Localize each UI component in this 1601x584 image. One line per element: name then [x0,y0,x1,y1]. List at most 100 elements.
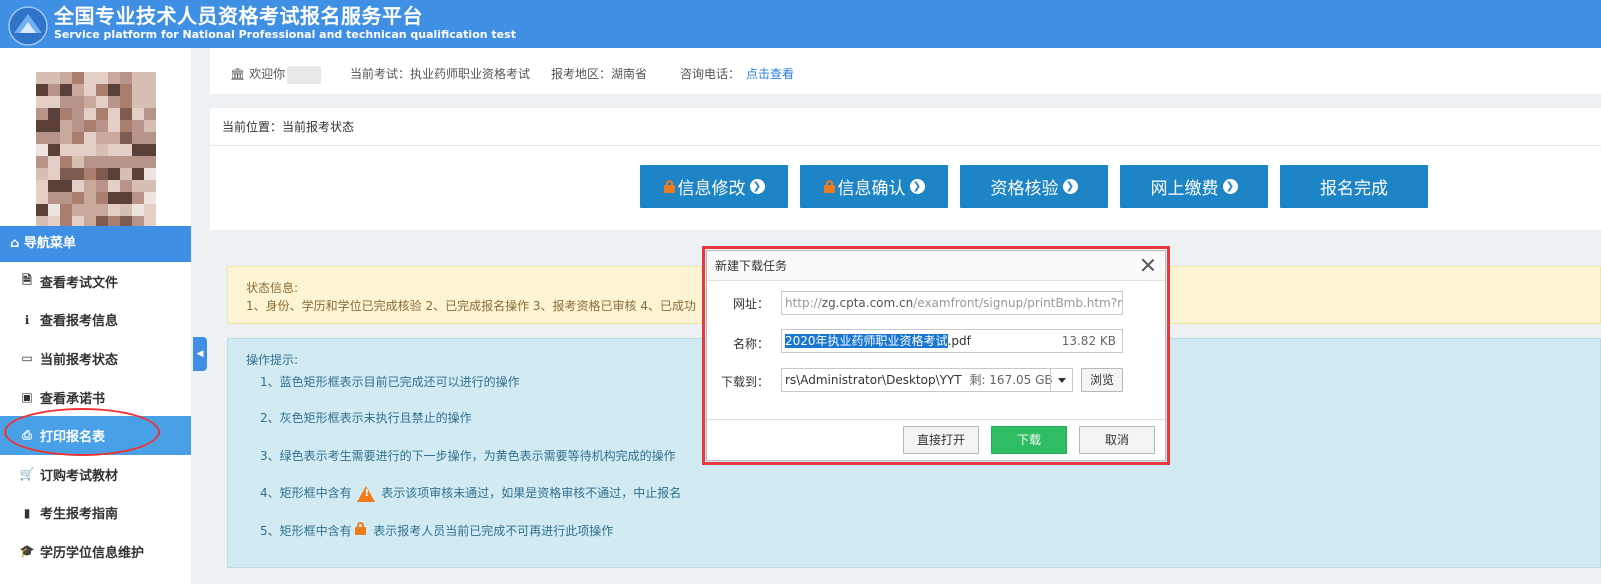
menu-header-label: 导航菜单 [23,236,76,251]
avatar-pixel [108,132,120,144]
url-path: /examfront/signup/printBmb.htm?myr [913,296,1123,310]
sidebar-collapse-toggle[interactable]: ◀ [193,337,207,371]
avatar-pixel [144,180,156,192]
avatar-pixel [132,204,144,216]
avatar-pixel [72,168,84,180]
file-size: 13.82 KB [1061,334,1116,348]
avatar-pixel [84,168,96,180]
sidebar-item-exam-files[interactable]: 🗎 查看考试文件 [0,262,191,301]
avatar-pixel [60,108,72,120]
avatar-pixel [96,72,108,84]
sidebar-item-label: 查看承诺书 [40,391,106,407]
region-value: 湖南省 [611,67,648,81]
avatar-pixel [60,144,72,156]
avatar-pixel [96,168,108,180]
step-info-edit[interactable]: 信息修改 ❯ [640,165,788,208]
sidebar-item-label: 查看考试文件 [40,275,119,291]
avatar-pixel [120,156,132,168]
step-label: 信息确认 [837,179,906,199]
phone-label: 咨询电话： [680,67,741,81]
current-exam: 当前考试：执业药师职业资格考试 [350,65,530,82]
saveto-select[interactable]: rs\Administrator\Desktop\YYT 剩: 167.05 G… [781,368,1073,392]
avatar-pixel [108,144,120,156]
site-header: 全国专业技术人员资格考试报名服务平台 Service platform for … [0,0,1601,48]
site-subtitle: Service platform for National Profession… [54,28,516,41]
warning-icon [357,485,376,502]
sidebar-item-current-status[interactable]: ▭ 当前报考状态 [0,339,191,378]
sidebar-item-guide[interactable]: ▮ 考生报考指南 [0,494,191,533]
avatar-pixel [36,72,48,84]
avatar-pixel [72,144,84,156]
avatar-pixel [36,96,48,108]
avatar-pixel [120,192,132,204]
sidebar-item-education[interactable]: 🎓 学历学位信息维护 [0,532,191,571]
name-label: 名称： [732,337,769,351]
avatar-pixel [108,180,120,192]
chevron-down-icon[interactable] [1050,369,1072,391]
avatar-pixel [36,192,48,204]
saveto-path: rs\Administrator\Desktop\YYT [785,373,962,387]
ops-line-1: 1、蓝色矩形框表示目前已完成还可以进行的操作 [260,375,520,389]
exam-region: 报考地区：湖南省 [551,65,647,82]
avatar-pixel [48,96,60,108]
cart-icon: 🛒 [19,467,35,482]
exam-value: 执业药师职业资格考试 [410,67,531,81]
avatar-pixel [48,72,60,84]
avatar-pixel [84,132,96,144]
avatar-pixel [48,180,60,192]
step-label: 报名完成 [1320,179,1388,199]
avatar-pixel [84,180,96,192]
menu-header: ⌂ 导航菜单 [0,226,191,262]
avatar-pixel [132,108,144,120]
step-label: 信息修改 [677,179,746,199]
avatar-pixel [132,84,144,96]
dialog-title: 新建下载任务 [707,251,1165,281]
avatar-pixel [36,132,48,144]
avatar-pixel [60,84,72,96]
avatar-pixel [120,96,132,108]
sidebar-item-label: 学历学位信息维护 [40,545,145,561]
avatar-pixel [132,72,144,84]
avatar-pixel [96,96,108,108]
sidebar-item-exam-info[interactable]: ℹ 查看报考信息 [0,301,191,340]
avatar-pixel [120,84,132,96]
filename-ext: .pdf [947,334,971,348]
open-direct-button[interactable]: 直接打开 [903,426,979,454]
avatar-pixel [48,204,60,216]
dialog-divider [707,419,1165,420]
ops-line-4: 4、矩形框中含有 表示该项审核未通过，如果是资格审核不通过，中止报名 [260,484,681,502]
ops-line-3: 3、绿色表示考生需要进行的下一步操作，为黄色表示需要等待机构完成的操作 [260,449,676,463]
download-button[interactable]: 下载 [991,426,1067,454]
arrow-right-circle-icon: ❯ [909,179,925,194]
avatar-pixel [60,132,72,144]
view-phone-link[interactable]: 点击查看 [746,67,794,81]
avatar-pixel [84,192,96,204]
url-field[interactable]: http://zg.cpta.com.cn/examfront/signup/p… [781,291,1123,315]
user-info-bar: 🏛 欢迎你 当前考试：执业药师职业资格考试 报考地区：湖南省 咨询电话： 点击查看 [210,48,1601,94]
sidebar-item-order-books[interactable]: 🛒 订购考试教材 [0,455,191,494]
browse-button[interactable]: 浏览 [1081,368,1123,392]
step-qualification-check[interactable]: 资格核验 ❯ [960,165,1108,208]
ops-line-2: 2、灰色矩形框表示未执行且禁止的操作 [260,411,472,425]
close-icon[interactable] [1140,257,1156,273]
filename-field[interactable]: 2020年执业药师职业资格考试.pdf 13.82 KB [781,329,1123,353]
avatar-pixel [60,96,72,108]
download-dialog: 新建下载任务 网址： http://zg.cpta.com.cn/examfro… [706,250,1166,461]
avatar-pixel [60,120,72,132]
breadcrumb: 当前位置：当前报考状态 [210,108,1601,146]
cancel-button[interactable]: 取消 [1079,426,1155,454]
avatar-pixel [132,156,144,168]
avatar-pixel [60,204,72,216]
avatar-pixel [48,144,60,156]
avatar-pixel [60,72,72,84]
step-registration-complete[interactable]: 报名完成 [1280,165,1428,208]
avatar-pixel [144,84,156,96]
step-online-payment[interactable]: 网上缴费 ❯ [1120,165,1268,208]
progress-steps: 信息修改 ❯ 信息确认 ❯ 资格核验 ❯ 网上缴费 ❯ 报名完成 [210,146,1601,230]
step-info-confirm[interactable]: 信息确认 ❯ [800,165,948,208]
avatar-pixel [48,84,60,96]
avatar-pixel [120,180,132,192]
avatar-pixel [60,180,72,192]
avatar-pixel [108,168,120,180]
step-label: 网上缴费 [1150,179,1219,199]
